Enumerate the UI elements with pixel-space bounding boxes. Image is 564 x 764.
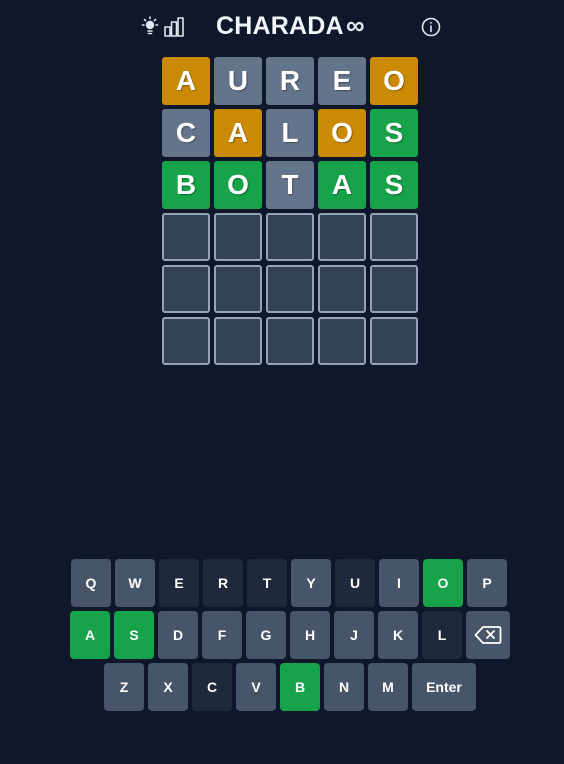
key-u[interactable]: U [335,559,375,607]
infinity-mode-icon[interactable]: ∞ [346,10,365,41]
key-z[interactable]: Z [104,663,144,711]
board-tile [318,213,366,261]
board-tile: L [266,109,314,157]
board-tile [266,213,314,261]
board-tile [266,265,314,313]
keyboard-row-3: Z X C V B N M Enter [104,663,476,711]
board-tile: C [162,109,210,157]
key-w[interactable]: W [115,559,155,607]
board-tile: O [214,161,262,209]
board-tile [370,317,418,365]
key-a[interactable]: A [70,611,110,659]
key-o[interactable]: O [423,559,463,607]
board-tile: A [162,57,210,105]
board-tile: T [266,161,314,209]
game-app: CHARADA ∞ AUREOCALOSBOTAS QWERTYUIOP ASD… [0,0,564,764]
key-i[interactable]: I [379,559,419,607]
key-c[interactable]: C [192,663,232,711]
game-title: CHARADA [216,12,344,40]
board-tile: A [318,161,366,209]
stats-icon[interactable] [163,16,185,38]
board-tile: R [266,57,314,105]
board-tile: S [370,161,418,209]
board-tile [162,265,210,313]
key-n[interactable]: N [324,663,364,711]
key-y[interactable]: Y [291,559,331,607]
key-t[interactable]: T [247,559,287,607]
board-tile [266,317,314,365]
board-tile [318,265,366,313]
key-v[interactable]: V [236,663,276,711]
board-tile [162,213,210,261]
header: CHARADA ∞ [0,10,564,46]
board-tile [370,265,418,313]
backspace-icon [474,625,502,645]
board-tile [214,213,262,261]
key-p[interactable]: P [467,559,507,607]
board-tile: B [162,161,210,209]
board-tile [318,317,366,365]
key-s[interactable]: S [114,611,154,659]
board-tile [370,213,418,261]
board-tile: O [370,57,418,105]
key-f[interactable]: F [202,611,242,659]
board-tile [214,317,262,365]
key-k[interactable]: K [378,611,418,659]
key-enter[interactable]: Enter [412,663,476,711]
key-h[interactable]: H [290,611,330,659]
board-tile: O [318,109,366,157]
key-j[interactable]: J [334,611,374,659]
board-tile: E [318,57,366,105]
board-tile: U [214,57,262,105]
key-l[interactable]: L [422,611,462,659]
key-g[interactable]: G [246,611,286,659]
keyboard-row-1: QWERTYUIOP [71,559,507,607]
board-tile [214,265,262,313]
board-tile: S [370,109,418,157]
key-x[interactable]: X [148,663,188,711]
info-icon[interactable] [420,16,442,38]
game-board: AUREOCALOSBOTAS [162,57,418,365]
key-r[interactable]: R [203,559,243,607]
board-tile [162,317,210,365]
board-tile: A [214,109,262,157]
key-b[interactable]: B [280,663,320,711]
keyboard-row-2: ASDFGHJKL [70,611,510,659]
key-q[interactable]: Q [71,559,111,607]
key-e[interactable]: E [159,559,199,607]
key-d[interactable]: D [158,611,198,659]
key-m[interactable]: M [368,663,408,711]
theme-icon[interactable] [140,16,160,38]
key-backspace[interactable] [466,611,510,659]
